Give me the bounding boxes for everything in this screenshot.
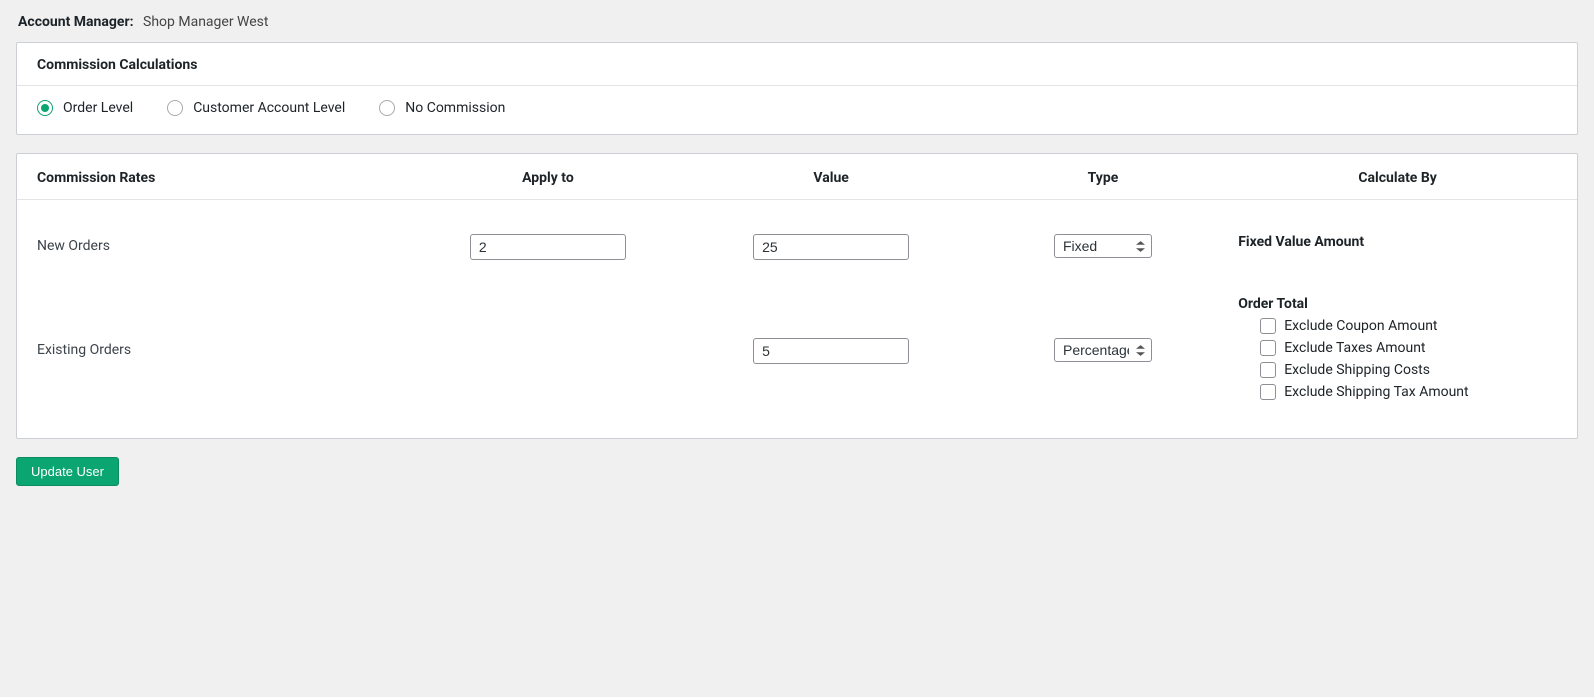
checkbox-label: Exclude Shipping Costs	[1284, 362, 1430, 378]
exclude-shipping-tax-checkbox[interactable]: Exclude Shipping Tax Amount	[1260, 384, 1468, 400]
checkbox-label: Exclude Shipping Tax Amount	[1284, 384, 1468, 400]
new-orders-apply-input[interactable]	[470, 234, 626, 260]
col-header-value: Value	[813, 170, 848, 186]
radio-order-level[interactable]: Order Level	[37, 100, 133, 116]
exclude-shipping-checkbox[interactable]: Exclude Shipping Costs	[1260, 362, 1468, 378]
radio-icon	[379, 100, 395, 116]
radio-customer-account-level[interactable]: Customer Account Level	[167, 100, 345, 116]
new-orders-value-input[interactable]	[753, 234, 909, 260]
rate-row-existing-orders: Existing Orders Fixed Percentage Order T…	[37, 286, 1557, 432]
commission-rates-panel: Commission Rates Apply to Value Type Cal…	[16, 153, 1578, 439]
account-manager-line: Account Manager: Shop Manager West	[18, 14, 1578, 30]
exclude-coupon-checkbox[interactable]: Exclude Coupon Amount	[1260, 318, 1468, 334]
account-manager-label: Account Manager:	[18, 14, 134, 30]
commission-rates-header-row: Commission Rates Apply to Value Type Cal…	[17, 154, 1577, 200]
checkbox-icon	[1260, 384, 1276, 400]
new-orders-type-select[interactable]: Fixed Percentage	[1054, 234, 1152, 258]
update-user-button[interactable]: Update User	[16, 457, 119, 486]
new-orders-calc-by-label: Fixed Value Amount	[1238, 234, 1364, 250]
existing-orders-value-input[interactable]	[753, 338, 909, 364]
checkbox-label: Exclude Coupon Amount	[1284, 318, 1437, 334]
rate-row-label: Existing Orders	[37, 296, 401, 358]
checkbox-label: Exclude Taxes Amount	[1284, 340, 1425, 356]
commission-calculations-panel: Commission Calculations Order Level Cust…	[16, 42, 1578, 135]
radio-icon	[167, 100, 183, 116]
commission-calculations-title: Commission Calculations	[17, 43, 1577, 86]
rate-row-new-orders: New Orders Fixed Percentage Fixed Value …	[37, 224, 1557, 286]
radio-icon	[37, 100, 53, 116]
account-manager-value: Shop Manager West	[143, 14, 268, 30]
exclude-taxes-checkbox[interactable]: Exclude Taxes Amount	[1260, 340, 1468, 356]
radio-label: Customer Account Level	[193, 100, 345, 116]
col-header-rates: Commission Rates	[37, 170, 401, 186]
col-header-apply: Apply to	[522, 170, 574, 186]
checkbox-icon	[1260, 362, 1276, 378]
radio-label: No Commission	[405, 100, 505, 116]
rate-row-label: New Orders	[37, 234, 401, 254]
checkbox-icon	[1260, 318, 1276, 334]
existing-orders-order-total-title: Order Total	[1238, 296, 1468, 312]
commission-calc-radio-group: Order Level Customer Account Level No Co…	[37, 100, 1557, 116]
checkbox-icon	[1260, 340, 1276, 356]
radio-no-commission[interactable]: No Commission	[379, 100, 505, 116]
radio-label: Order Level	[63, 100, 133, 116]
col-header-calc: Calculate By	[1358, 170, 1436, 186]
col-header-type: Type	[1088, 170, 1119, 186]
existing-orders-type-select[interactable]: Fixed Percentage	[1054, 338, 1152, 362]
